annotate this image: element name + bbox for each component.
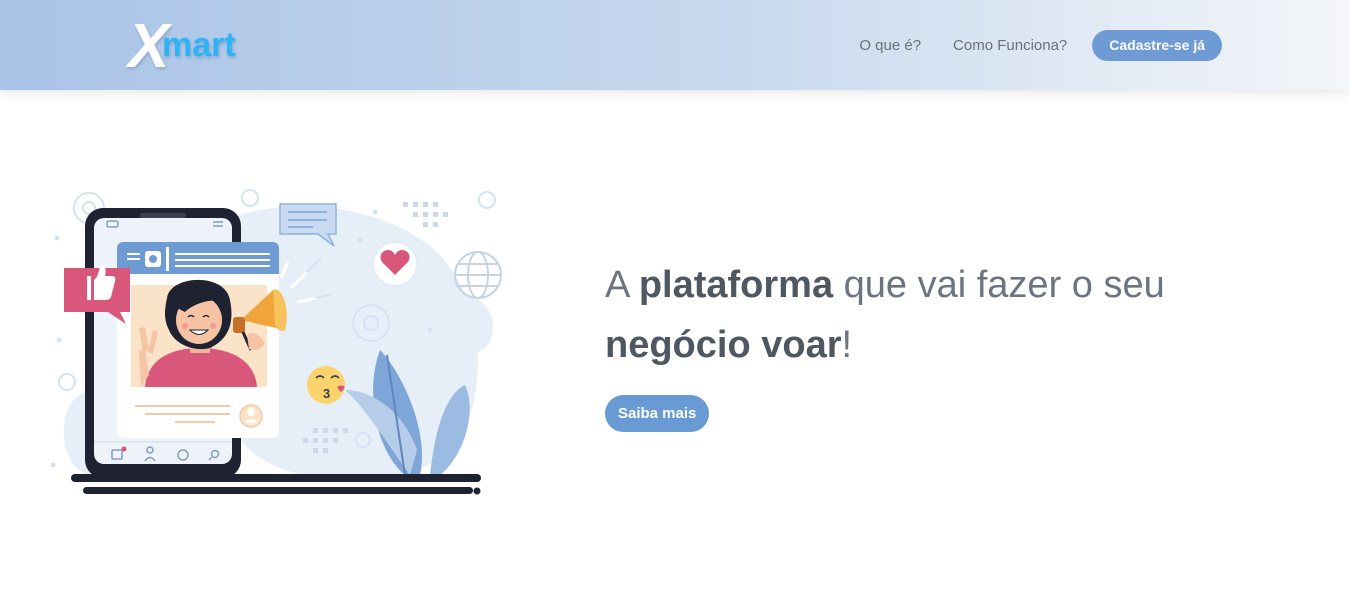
hero-headline: A plataforma que vai fazer o seu negócio… xyxy=(605,255,1245,375)
svg-text:3: 3 xyxy=(323,386,330,401)
headline-part-3: ! xyxy=(841,324,853,366)
kiss-emoji-icon: 3 xyxy=(307,366,345,404)
headline-part-2: que vai fazer o seu xyxy=(833,264,1165,306)
headline-part-1: A xyxy=(605,264,639,306)
social-media-illustration: 3 xyxy=(50,189,502,495)
headline-bold-1: plataforma xyxy=(638,264,834,306)
nav-link-como-funciona[interactable]: Como Funciona? xyxy=(953,37,1067,54)
learn-more-button[interactable]: Saiba mais xyxy=(605,395,710,432)
logo-text: mart xyxy=(162,26,236,64)
nav-link-o-que-e[interactable]: O que é? xyxy=(859,37,921,54)
hero-text: A plataforma que vai fazer o seu negócio… xyxy=(605,255,1245,432)
headline-bold-2: negócio voar xyxy=(605,324,842,366)
heart-icon xyxy=(372,241,418,287)
navbar: X mart O que é? Como Funciona? Cadastre-… xyxy=(0,0,1350,90)
main-nav: O que é? Como Funciona? Cadastre-se já xyxy=(827,30,1222,61)
hero-illustration: 3 xyxy=(45,180,515,510)
signup-button[interactable]: Cadastre-se já xyxy=(1092,30,1222,61)
globe-icon xyxy=(454,251,502,299)
xmart-logo[interactable]: X mart xyxy=(128,14,268,78)
